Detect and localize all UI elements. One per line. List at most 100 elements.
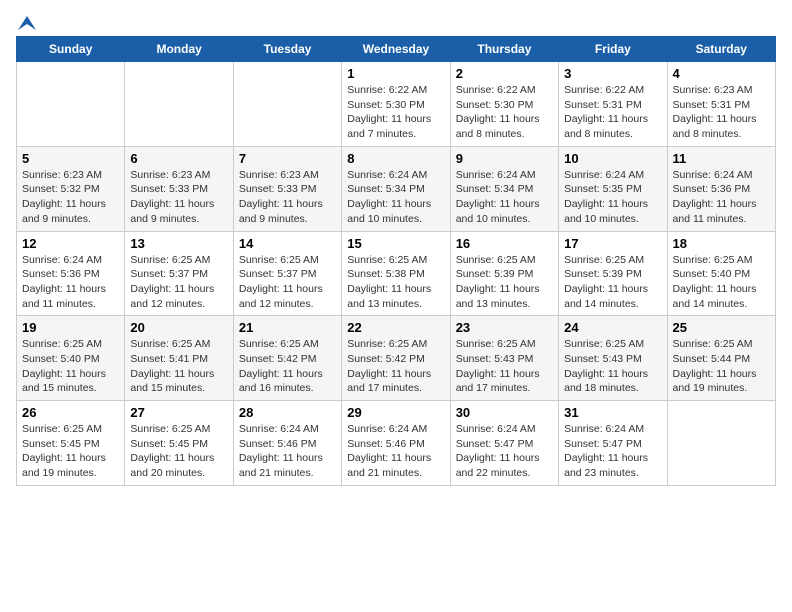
day-number: 21: [239, 320, 336, 335]
day-cell: 27 Sunrise: 6:25 AM Sunset: 5:45 PM Dayli…: [125, 401, 233, 486]
day-cell: 8Sunrise: 6:24 AM Sunset: 5:34 PM Daylig…: [342, 146, 450, 231]
day-cell: 3 Sunrise: 6:22 AM Sunset: 5:31 PM Daylig…: [559, 62, 667, 147]
day-cell: 24 Sunrise: 6:25 AM Sunset: 5:43 PM Dayli…: [559, 316, 667, 401]
day-cell: [233, 62, 341, 147]
day-cell: 17 Sunrise: 6:25 AM Sunset: 5:39 PM Dayli…: [559, 231, 667, 316]
day-cell: 4Sunrise: 6:23 AM Sunset: 5:31 PM Daylig…: [667, 62, 775, 147]
day-cell: 5 Sunrise: 6:23 AM Sunset: 5:32 PM Daylig…: [17, 146, 125, 231]
day-info: Sunrise: 6:25 AM Sunset: 5:44 PM Dayligh…: [673, 337, 770, 396]
day-cell: 14 Sunrise: 6:25 AM Sunset: 5:37 PM Dayli…: [233, 231, 341, 316]
day-number: 30: [456, 405, 553, 420]
day-info: Sunrise: 6:25 AM Sunset: 5:42 PM Dayligh…: [239, 337, 336, 396]
day-number: 6: [130, 151, 227, 166]
day-cell: 16 Sunrise: 6:25 AM Sunset: 5:39 PM Dayli…: [450, 231, 558, 316]
day-number: 2: [456, 66, 553, 81]
week-row-4: 19 Sunrise: 6:25 AM Sunset: 5:40 PM Dayli…: [17, 316, 776, 401]
day-number: 7: [239, 151, 336, 166]
day-cell: [667, 401, 775, 486]
day-cell: 21 Sunrise: 6:25 AM Sunset: 5:42 PM Dayli…: [233, 316, 341, 401]
day-cell: 11Sunrise: 6:24 AM Sunset: 5:36 PM Dayli…: [667, 146, 775, 231]
day-cell: 18 Sunrise: 6:25 AM Sunset: 5:40 PM Dayli…: [667, 231, 775, 316]
day-number: 10: [564, 151, 661, 166]
day-number: 28: [239, 405, 336, 420]
day-info: Sunrise: 6:25 AM Sunset: 5:41 PM Dayligh…: [130, 337, 227, 396]
day-info: Sunrise: 6:25 AM Sunset: 5:39 PM Dayligh…: [564, 253, 661, 312]
day-number: 29: [347, 405, 444, 420]
day-info: Sunrise: 6:24 AM Sunset: 5:47 PM Dayligh…: [456, 422, 553, 481]
day-cell: 12 Sunrise: 6:24 AM Sunset: 5:36 PM Dayli…: [17, 231, 125, 316]
weekday-header-sunday: Sunday: [17, 37, 125, 62]
day-cell: 10 Sunrise: 6:24 AM Sunset: 5:35 PM Dayli…: [559, 146, 667, 231]
day-number: 5: [22, 151, 119, 166]
day-info: Sunrise: 6:25 AM Sunset: 5:40 PM Dayligh…: [22, 337, 119, 396]
day-number: 12: [22, 236, 119, 251]
calendar-table: SundayMondayTuesdayWednesdayThursdayFrid…: [16, 36, 776, 486]
day-number: 20: [130, 320, 227, 335]
day-info: Sunrise: 6:24 AM Sunset: 5:36 PM Dayligh…: [22, 253, 119, 312]
day-info: Sunrise: 6:24 AM Sunset: 5:47 PM Dayligh…: [564, 422, 661, 481]
day-cell: 13Sunrise: 6:25 AM Sunset: 5:37 PM Dayli…: [125, 231, 233, 316]
day-cell: [17, 62, 125, 147]
day-info: Sunrise: 6:22 AM Sunset: 5:30 PM Dayligh…: [347, 83, 444, 142]
day-cell: [125, 62, 233, 147]
week-row-2: 5 Sunrise: 6:23 AM Sunset: 5:32 PM Daylig…: [17, 146, 776, 231]
day-info: Sunrise: 6:24 AM Sunset: 5:34 PM Dayligh…: [456, 168, 553, 227]
day-cell: 19 Sunrise: 6:25 AM Sunset: 5:40 PM Dayli…: [17, 316, 125, 401]
day-cell: 15Sunrise: 6:25 AM Sunset: 5:38 PM Dayli…: [342, 231, 450, 316]
day-info: Sunrise: 6:25 AM Sunset: 5:45 PM Dayligh…: [22, 422, 119, 481]
day-number: 3: [564, 66, 661, 81]
logo-bird-icon: [18, 16, 36, 30]
day-number: 26: [22, 405, 119, 420]
weekday-header-thursday: Thursday: [450, 37, 558, 62]
day-cell: 22Sunrise: 6:25 AM Sunset: 5:42 PM Dayli…: [342, 316, 450, 401]
day-info: Sunrise: 6:25 AM Sunset: 5:37 PM Dayligh…: [130, 253, 227, 312]
day-info: Sunrise: 6:22 AM Sunset: 5:31 PM Dayligh…: [564, 83, 661, 142]
day-cell: 7 Sunrise: 6:23 AM Sunset: 5:33 PM Daylig…: [233, 146, 341, 231]
day-info: Sunrise: 6:25 AM Sunset: 5:42 PM Dayligh…: [347, 337, 444, 396]
day-info: Sunrise: 6:24 AM Sunset: 5:34 PM Dayligh…: [347, 168, 444, 227]
day-cell: 23Sunrise: 6:25 AM Sunset: 5:43 PM Dayli…: [450, 316, 558, 401]
day-cell: 25 Sunrise: 6:25 AM Sunset: 5:44 PM Dayli…: [667, 316, 775, 401]
day-info: Sunrise: 6:24 AM Sunset: 5:46 PM Dayligh…: [239, 422, 336, 481]
weekday-header-wednesday: Wednesday: [342, 37, 450, 62]
weekday-header-monday: Monday: [125, 37, 233, 62]
day-number: 9: [456, 151, 553, 166]
day-number: 1: [347, 66, 444, 81]
day-number: 19: [22, 320, 119, 335]
day-number: 18: [673, 236, 770, 251]
day-cell: 1 Sunrise: 6:22 AM Sunset: 5:30 PM Daylig…: [342, 62, 450, 147]
day-info: Sunrise: 6:24 AM Sunset: 5:36 PM Dayligh…: [673, 168, 770, 227]
day-number: 24: [564, 320, 661, 335]
day-cell: 2 Sunrise: 6:22 AM Sunset: 5:30 PM Daylig…: [450, 62, 558, 147]
day-number: 23: [456, 320, 553, 335]
logo: [16, 16, 36, 30]
weekday-header-saturday: Saturday: [667, 37, 775, 62]
day-info: Sunrise: 6:23 AM Sunset: 5:31 PM Dayligh…: [673, 83, 770, 142]
day-info: Sunrise: 6:24 AM Sunset: 5:46 PM Dayligh…: [347, 422, 444, 481]
day-info: Sunrise: 6:23 AM Sunset: 5:33 PM Dayligh…: [130, 168, 227, 227]
day-number: 31: [564, 405, 661, 420]
day-info: Sunrise: 6:25 AM Sunset: 5:37 PM Dayligh…: [239, 253, 336, 312]
day-cell: 28 Sunrise: 6:24 AM Sunset: 5:46 PM Dayli…: [233, 401, 341, 486]
day-info: Sunrise: 6:23 AM Sunset: 5:33 PM Dayligh…: [239, 168, 336, 227]
day-number: 14: [239, 236, 336, 251]
day-info: Sunrise: 6:23 AM Sunset: 5:32 PM Dayligh…: [22, 168, 119, 227]
weekday-header-row: SundayMondayTuesdayWednesdayThursdayFrid…: [17, 37, 776, 62]
week-row-5: 26 Sunrise: 6:25 AM Sunset: 5:45 PM Dayli…: [17, 401, 776, 486]
day-info: Sunrise: 6:25 AM Sunset: 5:39 PM Dayligh…: [456, 253, 553, 312]
day-number: 17: [564, 236, 661, 251]
day-cell: 20 Sunrise: 6:25 AM Sunset: 5:41 PM Dayli…: [125, 316, 233, 401]
day-number: 25: [673, 320, 770, 335]
day-info: Sunrise: 6:25 AM Sunset: 5:43 PM Dayligh…: [564, 337, 661, 396]
day-cell: 29 Sunrise: 6:24 AM Sunset: 5:46 PM Dayli…: [342, 401, 450, 486]
day-number: 16: [456, 236, 553, 251]
page-header: [16, 16, 776, 30]
day-info: Sunrise: 6:25 AM Sunset: 5:38 PM Dayligh…: [347, 253, 444, 312]
day-info: Sunrise: 6:25 AM Sunset: 5:45 PM Dayligh…: [130, 422, 227, 481]
day-info: Sunrise: 6:24 AM Sunset: 5:35 PM Dayligh…: [564, 168, 661, 227]
day-cell: 30 Sunrise: 6:24 AM Sunset: 5:47 PM Dayli…: [450, 401, 558, 486]
day-info: Sunrise: 6:22 AM Sunset: 5:30 PM Dayligh…: [456, 83, 553, 142]
day-info: Sunrise: 6:25 AM Sunset: 5:40 PM Dayligh…: [673, 253, 770, 312]
day-number: 27: [130, 405, 227, 420]
day-cell: 31 Sunrise: 6:24 AM Sunset: 5:47 PM Dayli…: [559, 401, 667, 486]
